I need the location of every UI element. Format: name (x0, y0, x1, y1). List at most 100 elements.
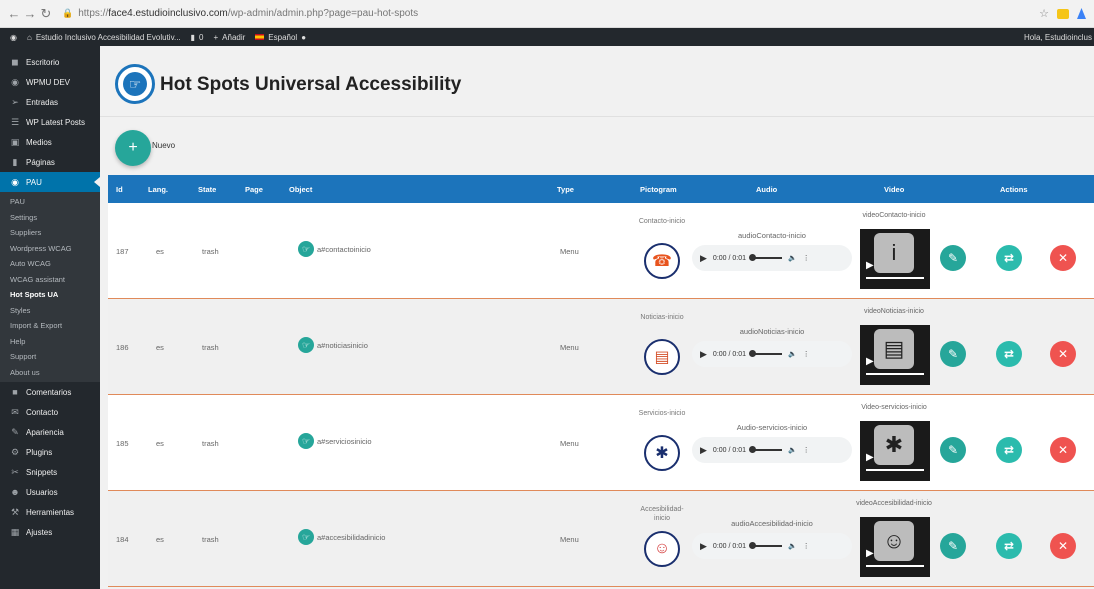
more-options-icon[interactable]: ⋮ (803, 350, 810, 358)
sync-button[interactable]: ⇄ (996, 245, 1022, 271)
column-header[interactable]: Lang. (148, 185, 168, 194)
column-header[interactable]: Audio (756, 185, 777, 194)
sidebar-item-medios[interactable]: ▣ Medios (0, 132, 100, 152)
audio-player[interactable]: ▶ 0:00 / 0:01 🔈 ⋮ (692, 245, 852, 271)
audio-player[interactable]: ▶ 0:00 / 0:01 🔈 ⋮ (692, 437, 852, 463)
column-header[interactable]: Actions (1000, 185, 1028, 194)
sidebar-item-plugins[interactable]: ⚙ Plugins (0, 442, 100, 462)
sidebar-item-entradas[interactable]: ➢ Entradas (0, 92, 100, 112)
sidebar-item-snippets[interactable]: ✂ Snippets (0, 462, 100, 482)
column-header[interactable]: State (198, 185, 216, 194)
edit-button[interactable]: ✎ (940, 533, 966, 559)
play-icon[interactable]: ▶ (700, 445, 707, 456)
volume-icon[interactable]: 🔈 (788, 254, 797, 262)
sidebar-item-pau[interactable]: ◉ PAU (0, 172, 100, 192)
submenu-item[interactable]: PAU (0, 194, 100, 210)
audio-progress[interactable] (749, 350, 783, 357)
submenu-item[interactable]: Auto WCAG (0, 256, 100, 272)
play-icon[interactable]: ▶ (866, 452, 874, 463)
column-header[interactable]: Type (557, 185, 574, 194)
sidebar-item-herramientas[interactable]: ⚒ Herramientas (0, 502, 100, 522)
video-progress[interactable] (866, 277, 924, 279)
browser-toolbar: ← → ↻ 🔒 https://face4.estudioinclusivo.c… (0, 0, 1094, 28)
play-icon[interactable]: ▶ (700, 349, 707, 360)
submenu-item[interactable]: Hot Spots UA (0, 287, 100, 303)
sidebar-item-usuarios[interactable]: ☻ Usuarios (0, 482, 100, 502)
video-player[interactable]: ☺ ▶ (860, 517, 930, 577)
video-progress[interactable] (866, 565, 924, 567)
back-icon[interactable]: ← (6, 6, 22, 21)
volume-icon[interactable]: 🔈 (788, 350, 797, 358)
column-header[interactable]: Video (884, 185, 904, 194)
audio-progress[interactable] (749, 542, 783, 549)
admin-bar-add[interactable]: + Añadir (214, 33, 246, 42)
delete-button[interactable]: ✕ (1050, 437, 1076, 463)
audio-progress[interactable] (749, 446, 783, 453)
submenu-item[interactable]: Suppliers (0, 225, 100, 241)
video-player[interactable]: ✱ ▶ (860, 421, 930, 481)
pictogram-label: Contacto-inicio (638, 218, 686, 225)
more-options-icon[interactable]: ⋮ (803, 542, 810, 550)
audio-player[interactable]: ▶ 0:00 / 0:01 🔈 ⋮ (692, 341, 852, 367)
sidebar-item-comentarios[interactable]: ■ Comentarios (0, 382, 100, 402)
play-icon[interactable]: ▶ (866, 356, 874, 367)
wordpress-icon[interactable]: ◉ (10, 33, 17, 42)
submenu-item[interactable]: Help (0, 334, 100, 350)
column-header[interactable]: Pictogram (640, 185, 677, 194)
posts-icon: ☰ (10, 116, 20, 127)
volume-icon[interactable]: 🔈 (788, 542, 797, 550)
submenu-item[interactable]: About us (0, 365, 100, 381)
sync-button[interactable]: ⇄ (996, 533, 1022, 559)
add-new-button[interactable]: + (115, 130, 151, 166)
audio-label: audioNoticias-inicio (739, 327, 805, 336)
extension-icon[interactable] (1077, 8, 1086, 19)
sidebar-item-contacto[interactable]: ✉ Contacto (0, 402, 100, 422)
audio-progress[interactable] (749, 254, 783, 261)
edit-button[interactable]: ✎ (940, 245, 966, 271)
column-header[interactable]: Object (289, 185, 312, 194)
submenu-item[interactable]: Support (0, 349, 100, 365)
delete-button[interactable]: ✕ (1050, 245, 1076, 271)
reload-icon[interactable]: ↻ (38, 6, 54, 22)
submenu-item[interactable]: WCAG assistant (0, 272, 100, 288)
sidebar-item-p-ginas[interactable]: ▮ Páginas (0, 152, 100, 172)
sidebar-item-ajustes[interactable]: ▦ Ajustes (0, 522, 100, 542)
admin-bar-site[interactable]: ⌂ Estudio Inclusivo Accesibilidad Evoluti… (27, 33, 181, 42)
star-icon[interactable]: ☆ (1039, 7, 1049, 20)
volume-icon[interactable]: 🔈 (788, 446, 797, 454)
sidebar-item-wpmu-dev[interactable]: ◉ WPMU DEV (0, 72, 100, 92)
more-options-icon[interactable]: ⋮ (803, 254, 810, 262)
sidebar-item-escritorio[interactable]: ◼ Escritorio (0, 52, 100, 72)
play-icon[interactable]: ▶ (700, 541, 707, 552)
edit-button[interactable]: ✎ (940, 437, 966, 463)
play-icon[interactable]: ▶ (866, 548, 874, 559)
video-player[interactable]: ▤ ▶ (860, 325, 930, 385)
sidebar-item-apariencia[interactable]: ✎ Apariencia (0, 422, 100, 442)
video-player[interactable]: i ▶ (860, 229, 930, 289)
hotspots-table: Id Lang. State Page Object Type Pictogra… (108, 175, 1094, 587)
column-header[interactable]: Id (116, 185, 123, 194)
delete-button[interactable]: ✕ (1050, 533, 1076, 559)
play-icon[interactable]: ▶ (866, 260, 874, 271)
more-options-icon[interactable]: ⋮ (803, 446, 810, 454)
forward-icon[interactable]: → (22, 6, 38, 21)
delete-button[interactable]: ✕ (1050, 341, 1076, 367)
sync-button[interactable]: ⇄ (996, 341, 1022, 367)
sync-button[interactable]: ⇄ (996, 437, 1022, 463)
column-header[interactable]: Page (245, 185, 263, 194)
admin-bar-language[interactable]: Español ● (255, 33, 306, 42)
admin-bar-comments[interactable]: ▮ 0 (191, 33, 204, 42)
play-icon[interactable]: ▶ (700, 253, 707, 264)
video-progress[interactable] (866, 373, 924, 375)
sidebar-item-wp-latest-posts[interactable]: ☰ WP Latest Posts (0, 112, 100, 132)
submenu-item[interactable]: Wordpress WCAG (0, 241, 100, 257)
submenu-item[interactable]: Import & Export (0, 318, 100, 334)
submenu-item[interactable]: Settings (0, 210, 100, 226)
admin-bar-account[interactable]: Hola, Estudioinclus (1024, 33, 1092, 42)
video-progress[interactable] (866, 469, 924, 471)
edit-button[interactable]: ✎ (940, 341, 966, 367)
submenu-item[interactable]: Styles (0, 303, 100, 319)
extension-icon[interactable] (1057, 8, 1069, 19)
address-bar[interactable]: 🔒 https://face4.estudioinclusivo.com/wp-… (62, 4, 1039, 24)
audio-player[interactable]: ▶ 0:00 / 0:01 🔈 ⋮ (692, 533, 852, 559)
